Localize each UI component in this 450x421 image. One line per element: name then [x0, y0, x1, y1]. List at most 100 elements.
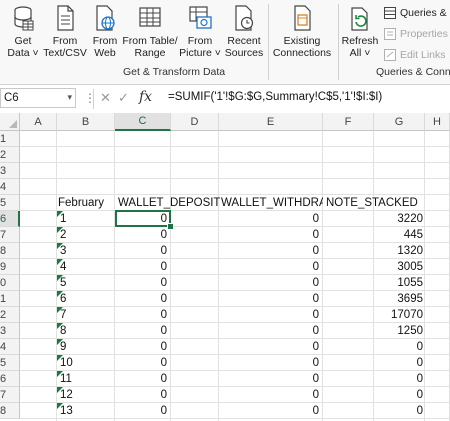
header-cell-wallet-deposit[interactable]: WALLET_DEPOSIT [118, 195, 234, 211]
recent-sources-button[interactable]: Recent Sources [222, 4, 266, 66]
name-box[interactable]: C6 ▾ [0, 88, 76, 108]
cell-wallet-withdraw[interactable]: 0 [219, 355, 319, 371]
fill-handle[interactable] [167, 223, 174, 230]
cell-wallet-deposit[interactable]: 0 [115, 339, 167, 355]
refresh-all-button[interactable]: Refresh All ˅ [341, 4, 379, 66]
cell-wallet-withdraw[interactable]: 0 [219, 307, 319, 323]
header-cell-note-stacked[interactable]: NOTE_STACKED [326, 195, 437, 211]
row-header[interactable]: 0 [0, 275, 20, 291]
cell-note-stacked[interactable]: 3005 [373, 259, 423, 275]
cell-note-stacked[interactable]: 0 [373, 387, 423, 403]
properties-button[interactable]: Properties [384, 25, 448, 43]
row-header[interactable]: 3 [0, 323, 20, 339]
from-table-range-button[interactable]: From Table/ Range [122, 4, 178, 66]
from-text-csv-button[interactable]: From Text/CSV [43, 4, 87, 66]
cell-wallet-withdraw[interactable]: 0 [219, 323, 319, 339]
cell-wallet-deposit[interactable]: 0 [115, 323, 167, 339]
cell-note-stacked[interactable]: 0 [373, 355, 423, 371]
row-header[interactable]: 6 [0, 371, 20, 387]
cell-wallet-withdraw[interactable]: 0 [219, 387, 319, 403]
column-header-d[interactable]: D [171, 113, 219, 131]
cell-wallet-deposit[interactable]: 0 [115, 243, 167, 259]
cell-note-stacked[interactable]: 3695 [373, 291, 423, 307]
cell-note-stacked[interactable]: 0 [373, 371, 423, 387]
from-table-range-label: From Table/ Range [122, 35, 178, 59]
row-header[interactable]: 1 [0, 131, 20, 147]
web-page-icon [96, 5, 115, 31]
from-web-button[interactable]: From Web [90, 4, 120, 66]
enter-icon[interactable]: ✓ [118, 90, 129, 106]
cell-wallet-deposit[interactable]: 0 [115, 307, 167, 323]
from-picture-button[interactable]: From Picture ˅ [179, 4, 221, 66]
cell-wallet-withdraw[interactable]: 0 [219, 403, 319, 419]
row-header[interactable]: 7 [0, 227, 20, 243]
row-header[interactable]: 2 [0, 307, 20, 323]
cell-wallet-withdraw[interactable]: 0 [219, 211, 319, 227]
cell-wallet-deposit[interactable]: 0 [115, 355, 167, 371]
column-header-a[interactable]: A [20, 113, 57, 131]
queries-icon [384, 7, 396, 19]
queries-connections-button[interactable]: Queries & C [384, 4, 450, 22]
row-header[interactable]: 8 [0, 403, 20, 419]
cell-wallet-deposit[interactable]: 0 [115, 403, 167, 419]
column-header-e[interactable]: E [219, 113, 323, 131]
cell-wallet-withdraw[interactable]: 0 [219, 371, 319, 387]
gridline [20, 178, 450, 179]
cell-note-stacked[interactable]: 3220 [373, 211, 423, 227]
edit-links-label: Edit Links [400, 49, 446, 61]
get-data-label: Get Data ˅ [7, 35, 39, 59]
row-header[interactable]: 1 [0, 291, 20, 307]
header-cell-wallet-withdraw[interactable]: WALLET_WITHDRAW [221, 195, 323, 211]
cell-wallet-withdraw[interactable]: 0 [219, 291, 319, 307]
row-header[interactable]: 5 [0, 355, 20, 371]
cell-wallet-withdraw[interactable]: 0 [219, 259, 319, 275]
column-header-b[interactable]: B [57, 113, 115, 131]
row-header[interactable]: 4 [0, 339, 20, 355]
cell-wallet-deposit[interactable]: 0 [115, 259, 167, 275]
cell-note-stacked[interactable]: 0 [373, 403, 423, 419]
row-header[interactable]: 9 [0, 259, 20, 275]
cell-wallet-deposit[interactable]: 0 [115, 275, 167, 291]
existing-connections-button[interactable]: Existing Connections [271, 4, 333, 66]
row-header[interactable]: 7 [0, 387, 20, 403]
cell-note-stacked[interactable]: 1250 [373, 323, 423, 339]
select-all-button[interactable] [0, 113, 20, 131]
cell-wallet-deposit[interactable]: 0 [115, 227, 167, 243]
cell-wallet-withdraw[interactable]: 0 [219, 275, 319, 291]
connections-icon [294, 5, 311, 31]
cell-wallet-deposit[interactable]: 0 [115, 371, 167, 387]
row-header[interactable]: 5 [0, 195, 20, 211]
formula-bar: C6 ▾ ⋮ ✕ ✓ fx =SUMIF('1'!$G:$G,Summary!C… [0, 85, 450, 114]
refresh-icon [351, 7, 368, 31]
row-header[interactable]: 8 [0, 243, 20, 259]
row-header[interactable]: 4 [0, 179, 20, 195]
get-data-button[interactable]: Get Data ˅ [7, 4, 39, 66]
column-header-f[interactable]: F [323, 113, 374, 131]
cell-note-stacked[interactable]: 1055 [373, 275, 423, 291]
gridline [424, 131, 425, 421]
edit-links-button[interactable]: Edit Links [384, 46, 446, 64]
cell-note-stacked[interactable]: 17070 [373, 307, 423, 323]
cell-note-stacked[interactable]: 0 [373, 339, 423, 355]
row-header[interactable]: 3 [0, 163, 20, 179]
chevron-down-icon[interactable]: ▾ [67, 92, 72, 103]
row-header[interactable]: 6 [0, 211, 20, 227]
ribbon: Get Data ˅ From Text/CSV From Web From T… [0, 0, 450, 85]
cell-wallet-deposit[interactable]: 0 [115, 291, 167, 307]
formula-input[interactable]: =SUMIF('1'!$G:$G,Summary!C$5,'1'!$I:$I) [168, 91, 382, 103]
column-header-c[interactable]: C [115, 113, 171, 131]
column-header-g[interactable]: G [374, 113, 425, 131]
picture-icon [189, 6, 212, 29]
spreadsheet-grid[interactable]: A B C D E F G H 1 2 3 4 5 6 7 8 9 0 1 2 3 4 5 6 7 8 February WALLET… [0, 113, 450, 421]
cell-note-stacked[interactable]: 445 [373, 227, 423, 243]
column-header-h[interactable]: H [425, 113, 450, 131]
cell-wallet-withdraw[interactable]: 0 [219, 243, 319, 259]
row-header[interactable]: 2 [0, 147, 20, 163]
cell-note-stacked[interactable]: 1320 [373, 243, 423, 259]
insert-function-button[interactable]: fx [139, 89, 152, 105]
cancel-icon[interactable]: ✕ [100, 90, 111, 106]
cell-wallet-withdraw[interactable]: 0 [219, 339, 319, 355]
formula-bar-divider [93, 89, 94, 109]
cell-wallet-deposit[interactable]: 0 [115, 387, 167, 403]
cell-wallet-withdraw[interactable]: 0 [219, 227, 319, 243]
